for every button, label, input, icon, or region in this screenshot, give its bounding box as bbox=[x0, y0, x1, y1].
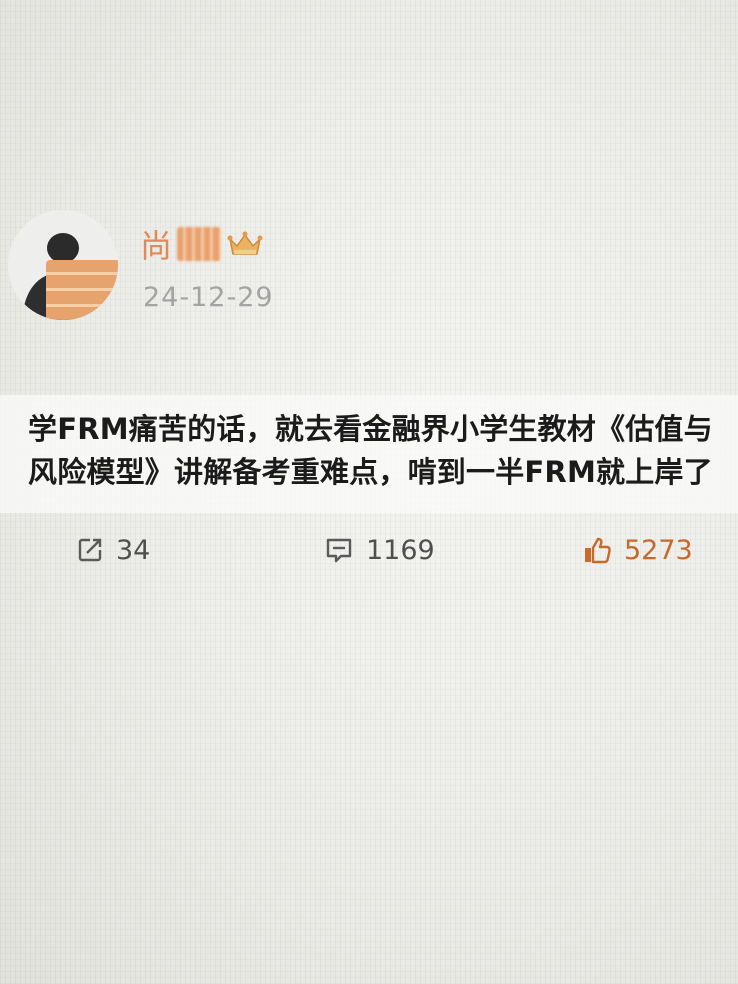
comment-icon bbox=[326, 538, 352, 563]
weibo-post: 尚 24-12-29 学FRM痛苦的话，就去看金融界小学生教材《估值与 风险模型… bbox=[0, 0, 738, 984]
like-button[interactable]: 5273 bbox=[582, 532, 693, 568]
like-count: 5273 bbox=[624, 534, 693, 566]
post-timestamp: 24-12-29 bbox=[143, 282, 274, 313]
avatar-image bbox=[8, 210, 118, 320]
crown-icon bbox=[227, 231, 263, 255]
username-text[interactable]: 尚 bbox=[140, 221, 173, 267]
share-button[interactable]: 34 bbox=[76, 532, 150, 568]
post-content-line: 风险模型》讲解备考重难点，啃到一半FRM就上岸了 bbox=[28, 455, 713, 489]
avatar[interactable] bbox=[8, 210, 118, 320]
comment-button[interactable]: 1169 bbox=[324, 532, 435, 568]
username[interactable]: 尚 bbox=[140, 222, 263, 266]
comment-count: 1169 bbox=[366, 534, 435, 566]
share-icon bbox=[78, 538, 102, 562]
username-redaction bbox=[177, 227, 222, 261]
thumbs-up-icon bbox=[585, 537, 611, 564]
share-count: 34 bbox=[116, 534, 151, 566]
post-content: 学FRM痛苦的话，就去看金融界小学生教材《估值与 风险模型》讲解备考重难点，啃到… bbox=[28, 408, 718, 494]
post-content-line: 学FRM痛苦的话，就去看金融界小学生教材《估值与 bbox=[28, 412, 713, 446]
